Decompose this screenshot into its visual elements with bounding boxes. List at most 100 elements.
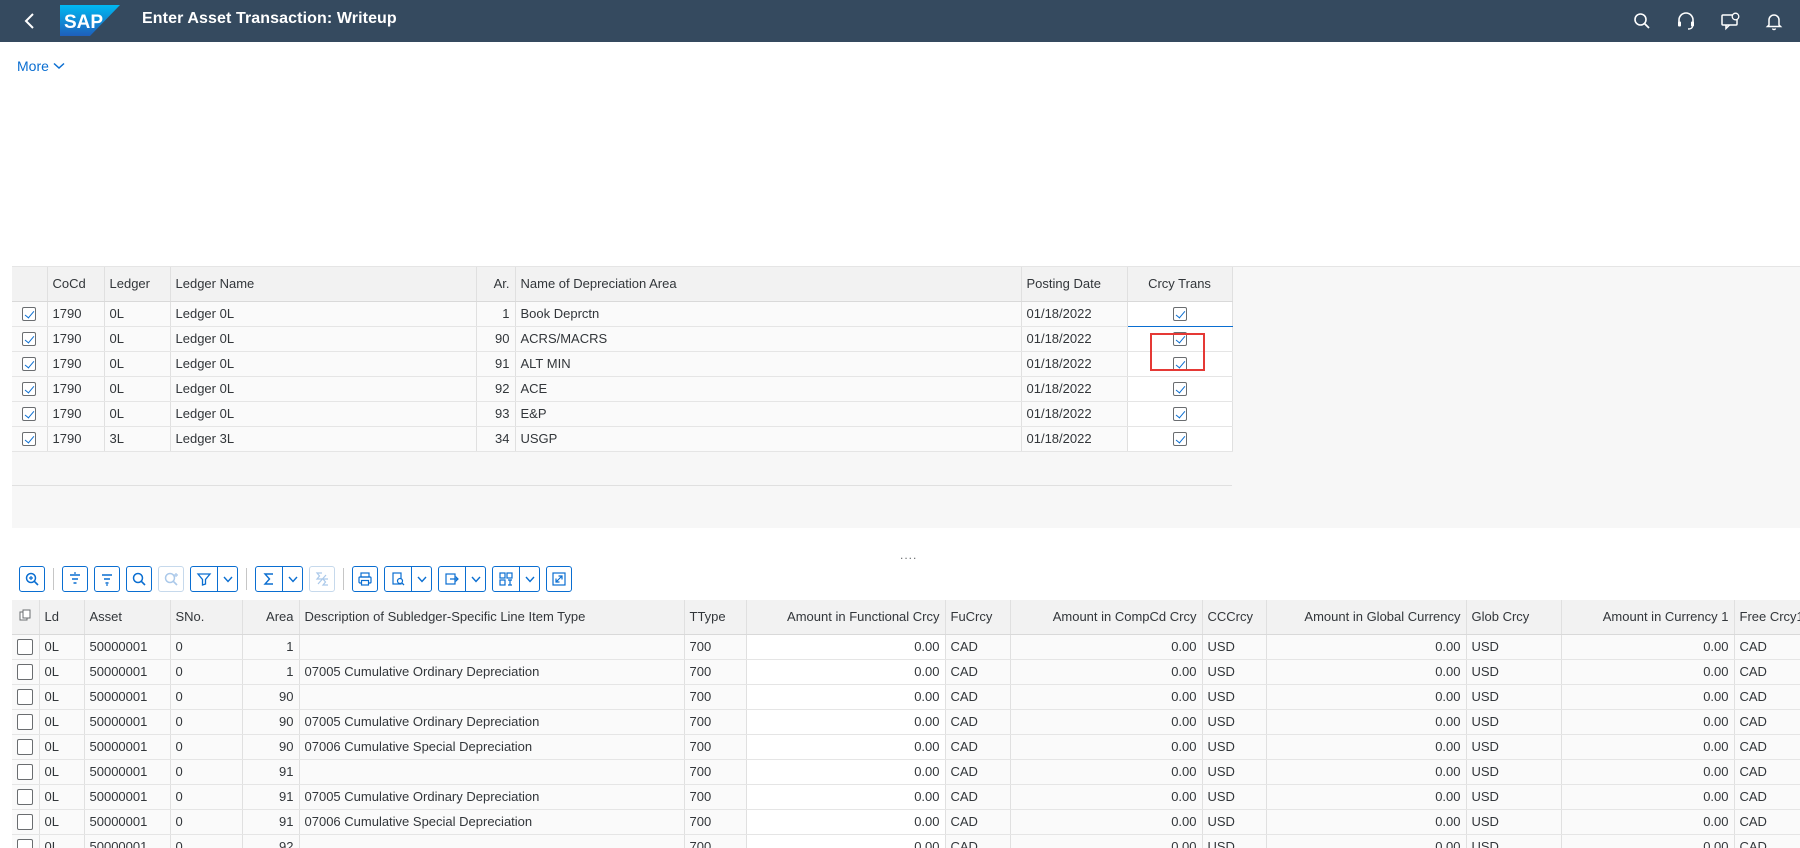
table-row[interactable]: 0L 50000001 0 91 07006 Cumulative Special De… <box>12 809 1800 835</box>
column-header-ledger[interactable]: Ledger <box>104 267 171 302</box>
row-select-cell[interactable] <box>12 326 48 352</box>
table-row[interactable]: 1790 3L Ledger 3L 34 USGP 01/18/2022 <box>12 426 1233 452</box>
notification-icon[interactable] <box>1762 9 1786 33</box>
row-select-checkbox[interactable] <box>17 638 34 655</box>
table-row[interactable]: 0L 50000001 0 1 07005 Cumulative Ordinary De… <box>12 659 1800 685</box>
table-row[interactable]: 1790 0L Ledger 0L 90 ACRS/MACRS 01/18/2022 <box>12 326 1233 352</box>
crcy-trans-cell[interactable] <box>1127 326 1233 352</box>
table-row[interactable]: 1790 0L Ledger 0L 92 ACE 01/18/2022 <box>12 376 1233 402</box>
row-select-checkbox[interactable] <box>17 788 34 805</box>
table-row[interactable]: 0L 50000001 0 1 700 0.00 CAD 0.00 USD 0.00 USD 0.00… <box>12 634 1800 660</box>
row-select-cell[interactable] <box>12 834 40 848</box>
total-dropdown-arrow[interactable] <box>283 567 302 591</box>
row-select-cell[interactable] <box>12 709 40 735</box>
row-select-cell[interactable] <box>12 376 48 402</box>
export-dropdown-arrow[interactable] <box>466 567 485 591</box>
panel-splitter[interactable]: .... <box>900 548 917 562</box>
table-row[interactable]: 0L 50000001 0 90 07006 Cumulative Special De… <box>12 734 1800 760</box>
column-header-sno[interactable]: SNo. <box>170 600 243 635</box>
table-row[interactable]: 0L 50000001 0 91 700 0.00 CAD 0.00 USD 0.00 USD 0.0… <box>12 759 1800 785</box>
row-select-cell[interactable] <box>12 734 40 760</box>
column-header-posting-date[interactable]: Posting Date <box>1021 267 1128 302</box>
help-icon[interactable] <box>1674 9 1698 33</box>
filter-menu-button[interactable] <box>190 566 238 592</box>
row-select-cell[interactable] <box>12 759 40 785</box>
row-select-cell[interactable] <box>12 634 40 660</box>
crcy-trans-checkbox[interactable] <box>1172 357 1187 372</box>
column-header-select-all[interactable] <box>12 600 40 635</box>
fullscreen-button[interactable] <box>546 566 572 592</box>
row-select-checkbox[interactable] <box>22 332 37 347</box>
crcy-trans-cell[interactable] <box>1127 376 1233 402</box>
export-menu-button[interactable] <box>438 566 486 592</box>
crcy-trans-checkbox[interactable] <box>1172 407 1187 422</box>
row-select-checkbox[interactable] <box>17 813 34 830</box>
find-next-button[interactable] <box>158 566 184 592</box>
total-menu-button[interactable] <box>255 566 303 592</box>
column-header-amount-currency1[interactable]: Amount in Currency 1 <box>1561 600 1735 635</box>
column-header-cccrcy[interactable]: CCCrcy <box>1202 600 1267 635</box>
column-header-asset[interactable]: Asset <box>84 600 171 635</box>
row-select-checkbox[interactable] <box>22 382 37 397</box>
row-select-cell[interactable] <box>12 401 48 427</box>
table-row[interactable]: 0L 50000001 0 90 700 0.00 CAD 0.00 USD 0.00 USD 0.0… <box>12 684 1800 710</box>
layout-dropdown-arrow[interactable] <box>520 567 539 591</box>
print-button[interactable] <box>352 566 378 592</box>
crcy-trans-cell[interactable] <box>1127 301 1233 327</box>
row-select-checkbox[interactable] <box>17 738 34 755</box>
row-select-cell[interactable] <box>12 659 40 685</box>
column-header-cocd[interactable]: CoCd <box>47 267 105 302</box>
sort-ascending-button[interactable] <box>62 566 88 592</box>
row-select-checkbox[interactable] <box>22 307 37 322</box>
row-select-cell[interactable] <box>12 351 48 377</box>
row-select-cell[interactable] <box>12 809 40 835</box>
column-header-crcy-trans[interactable]: Crcy Trans <box>1127 267 1233 302</box>
table-row[interactable]: 1790 0L Ledger 0L 91 ALT MIN 01/18/2022 <box>12 351 1233 377</box>
crcy-trans-cell[interactable] <box>1127 426 1233 452</box>
row-select-cell[interactable] <box>12 426 48 452</box>
back-icon[interactable] <box>18 9 42 33</box>
row-select-checkbox[interactable] <box>17 838 34 848</box>
row-select-checkbox[interactable] <box>22 432 37 447</box>
crcy-trans-checkbox[interactable] <box>1172 382 1187 397</box>
column-header-free-crcy1[interactable]: Free Crcy1 <box>1734 600 1800 635</box>
column-header-amount-global[interactable]: Amount in Global Currency <box>1266 600 1467 635</box>
column-header-amount-compcd[interactable]: Amount in CompCd Crcy <box>1010 600 1203 635</box>
row-select-checkbox[interactable] <box>22 407 37 422</box>
column-header-ld[interactable]: Ld <box>39 600 85 635</box>
subtotal-button[interactable] <box>309 566 335 592</box>
row-select-checkbox[interactable] <box>17 663 34 680</box>
table-row[interactable]: 0L 50000001 0 90 07005 Cumulative Ordinary D… <box>12 709 1800 735</box>
sort-descending-button[interactable] <box>94 566 120 592</box>
table-row[interactable]: 0L 50000001 0 92 700 0.00 CAD 0.00 USD 0.00 USD 0.0… <box>12 834 1800 848</box>
feedback-icon[interactable] <box>1718 9 1742 33</box>
row-select-checkbox[interactable] <box>17 763 34 780</box>
find-button[interactable] <box>126 566 152 592</box>
column-header-area[interactable]: Ar. <box>476 267 516 302</box>
table-row[interactable]: 0L 50000001 0 91 07005 Cumulative Ordinary D… <box>12 784 1800 810</box>
details-button[interactable] <box>19 566 45 592</box>
views-menu-button[interactable] <box>384 566 432 592</box>
table-row[interactable]: 1790 0L Ledger 0L 1 Book Deprctn 01/18/2022 <box>12 301 1233 327</box>
filter-dropdown-arrow[interactable] <box>218 567 237 591</box>
crcy-trans-checkbox[interactable] <box>1172 307 1187 322</box>
search-icon[interactable] <box>1630 9 1654 33</box>
column-header-ledger-name[interactable]: Ledger Name <box>170 267 477 302</box>
column-header-description[interactable]: Description of Subledger-Specific Line I… <box>299 600 685 635</box>
column-header-area[interactable]: Area <box>242 600 300 635</box>
row-select-checkbox[interactable] <box>17 713 34 730</box>
more-menu[interactable]: More <box>17 58 65 74</box>
views-dropdown-arrow[interactable] <box>412 567 431 591</box>
crcy-trans-cell[interactable] <box>1127 401 1233 427</box>
row-select-checkbox[interactable] <box>22 357 37 372</box>
column-header-ttype[interactable]: TType <box>684 600 747 635</box>
sap-logo[interactable]: SAP <box>60 5 120 36</box>
column-header-area-name[interactable]: Name of Depreciation Area <box>515 267 1022 302</box>
column-header-glob-crcy[interactable]: Glob Crcy <box>1466 600 1562 635</box>
row-select-cell[interactable] <box>12 784 40 810</box>
row-select-checkbox[interactable] <box>17 688 34 705</box>
layout-menu-button[interactable] <box>492 566 540 592</box>
column-header-amount-functional[interactable]: Amount in Functional Crcy <box>746 600 946 635</box>
crcy-trans-checkbox[interactable] <box>1172 332 1187 347</box>
crcy-trans-cell[interactable] <box>1127 351 1233 377</box>
